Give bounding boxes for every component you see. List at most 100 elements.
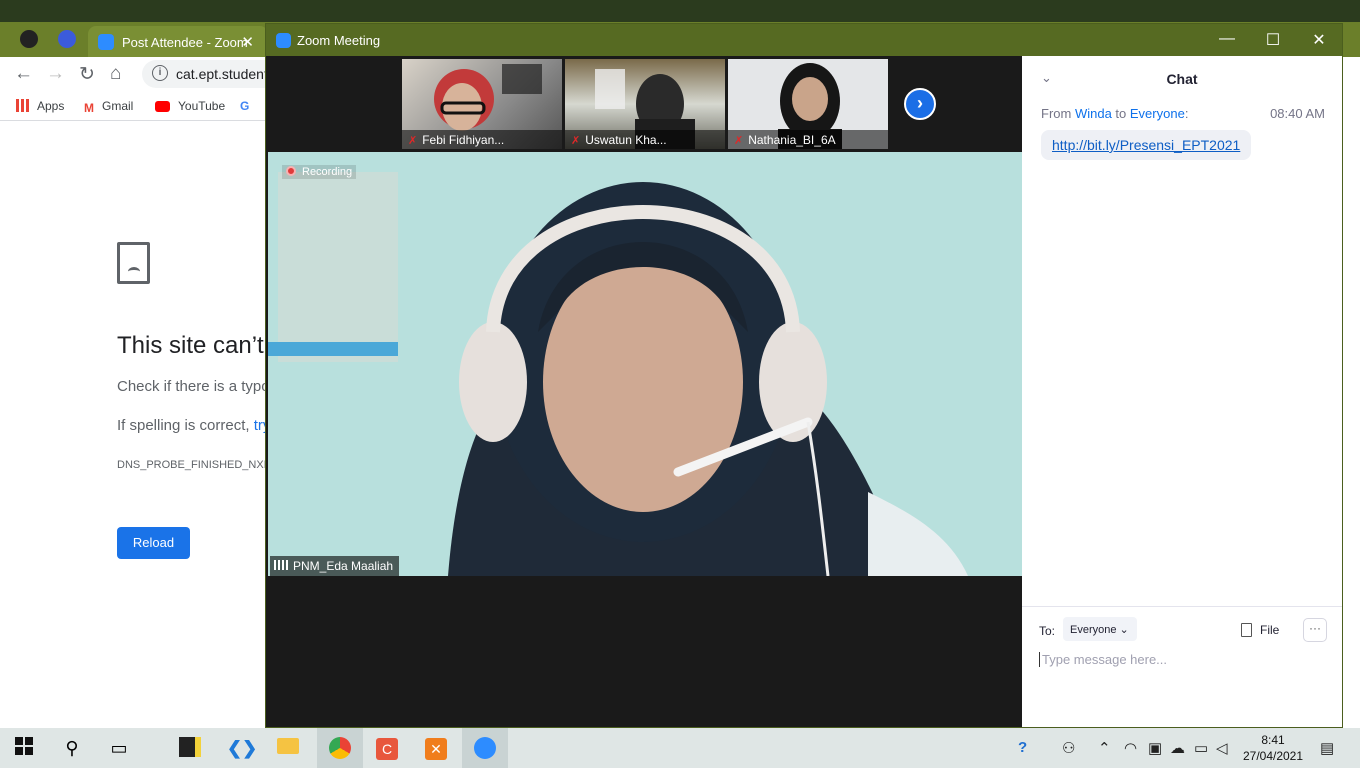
sad-page-icon xyxy=(117,242,150,284)
codecademy-icon[interactable]: C xyxy=(375,737,399,760)
chat-message-bubble: http://bit.ly/Presensi_EPT2021 xyxy=(1041,130,1252,160)
search-icon[interactable]: ⚲ xyxy=(60,737,84,759)
error-title: This site can’t xyxy=(117,332,264,359)
bookmark-label: Gmail xyxy=(102,99,134,113)
google-icon: G xyxy=(240,99,250,113)
zoom-tab-icon xyxy=(98,34,114,50)
participant-name: Nathania_BI_6A xyxy=(748,133,836,147)
onedrive-icon[interactable]: ☁ xyxy=(1170,739,1185,757)
maximize-icon[interactable]: ☐ xyxy=(1258,30,1288,50)
bookmark-label: YouTube xyxy=(178,99,226,113)
sticky-notes-icon[interactable] xyxy=(178,737,202,759)
recipient-select[interactable]: Everyone ⌄ xyxy=(1063,617,1137,641)
error-suggestion: Check if there is a typo xyxy=(117,378,270,395)
wifi-icon[interactable]: ◠ xyxy=(1124,739,1137,757)
bookmark-apps[interactable]: Apps xyxy=(16,99,64,113)
zoom-titlebar: Zoom Meeting — ☐ ✕ xyxy=(266,24,1342,56)
close-icon[interactable]: ✕ xyxy=(1304,30,1334,50)
tab-close-icon[interactable]: ✕ xyxy=(241,33,254,51)
bookmark-gmail[interactable]: M Gmail xyxy=(84,99,133,115)
file-explorer-icon[interactable] xyxy=(276,737,300,759)
meta-suffix: : xyxy=(1184,106,1189,121)
error-suggestion-2: If spelling is correct, try xyxy=(117,417,270,434)
file-button[interactable]: File xyxy=(1241,623,1279,637)
clock-time: 8:41 xyxy=(1261,733,1285,747)
next-page-button[interactable]: › xyxy=(904,88,936,120)
participant-tile[interactable]: ✗ Uswatun Kha... xyxy=(565,59,725,149)
reload-button[interactable]: Reload xyxy=(117,527,190,559)
message-input[interactable]: Type message here... xyxy=(1039,652,1167,667)
to-label: To: xyxy=(1039,624,1056,638)
people-icon[interactable]: ⚇ xyxy=(1062,739,1075,757)
participant-label: ✗ Febi Fidhiyan... xyxy=(402,130,562,149)
clock-date: 27/04/2021 xyxy=(1242,749,1304,763)
signal-bars-icon xyxy=(274,560,288,570)
taskbar-clock[interactable]: 8:41 27/04/2021 xyxy=(1238,732,1308,764)
minimize-icon[interactable]: — xyxy=(1212,30,1242,48)
error-code: DNS_PROBE_FINISHED_NXD xyxy=(117,459,272,471)
active-speaker-video: Recording PNM_Eda Maaliah xyxy=(268,152,1022,576)
recipient-name[interactable]: Everyone xyxy=(1130,106,1185,121)
tab-post-attendee[interactable]: Post Attendee - Zoom ✕ xyxy=(88,26,268,57)
show-hidden-icons[interactable]: ⌃ xyxy=(1098,739,1111,757)
bookmark-label: Apps xyxy=(37,99,65,113)
file-icon xyxy=(1241,623,1252,637)
chat-panel: ⌄ Chat From Winda to Everyone: 08:40 AM … xyxy=(1022,56,1342,727)
windows-start-icon[interactable] xyxy=(12,737,36,759)
extension-icon[interactable] xyxy=(58,30,76,48)
speaker-name: PNM_Eda Maaliah xyxy=(293,559,394,573)
windows-taskbar: ⚲ ▭ ❮❯ C ✕ ? ⚇ ⌃ ◠ ▣ ☁ ▭ ◁ 8:41 27/04/20… xyxy=(0,728,1360,768)
help-icon[interactable]: ? xyxy=(1018,739,1027,756)
refresh-icon[interactable]: ↻ xyxy=(79,63,95,86)
chat-message-link[interactable]: http://bit.ly/Presensi_EPT2021 xyxy=(1052,137,1240,153)
meet-now-icon[interactable]: ▣ xyxy=(1148,739,1162,757)
background-window-edge xyxy=(1342,60,1360,720)
muted-mic-icon: ✗ xyxy=(734,135,744,147)
recording-indicator[interactable]: Recording xyxy=(282,165,357,179)
address-text: cat.ept.student xyxy=(176,66,268,82)
info-icon[interactable]: i xyxy=(152,65,168,81)
window-title: Zoom Meeting xyxy=(297,33,381,48)
participant-tile[interactable]: ✗ Febi Fidhiyan... xyxy=(402,59,562,149)
chevron-right-icon: › xyxy=(917,93,923,113)
message-time: 08:40 AM xyxy=(1270,106,1325,121)
bookmark-youtube[interactable]: YouTube xyxy=(155,99,225,113)
battery-icon[interactable]: ▭ xyxy=(1194,739,1208,757)
tab-title: Post Attendee - Zoom xyxy=(122,35,248,50)
vscode-icon[interactable]: ❮❯ xyxy=(227,737,257,759)
recipient-value: Everyone xyxy=(1070,624,1117,636)
notifications-icon[interactable]: ▤ xyxy=(1320,739,1334,757)
recording-dot-icon xyxy=(286,166,296,176)
back-icon[interactable]: ← xyxy=(14,63,33,85)
apps-grid-icon xyxy=(16,99,29,112)
participant-strip: ✗ Febi Fidhiyan... ✗ Uswatun Kha... ✗ Natha… xyxy=(268,56,1022,152)
xampp-icon[interactable]: ✕ xyxy=(424,737,448,760)
participant-tile[interactable]: ✗ Nathania_BI_6A xyxy=(728,59,888,149)
speaker-video-frame xyxy=(268,152,1022,576)
windows-logo xyxy=(15,737,33,755)
file-label: File xyxy=(1260,623,1280,637)
recording-label: Recording xyxy=(302,166,353,178)
speaker-name-tag: PNM_Eda Maaliah xyxy=(270,556,400,576)
home-icon[interactable]: ⌂ xyxy=(110,63,121,85)
github-icon[interactable] xyxy=(20,30,38,48)
zoom-meeting-window: Zoom Meeting — ☐ ✕ ✗ Febi Fidhiyan... ✗ Us… xyxy=(265,23,1343,728)
task-view-icon[interactable]: ▭ xyxy=(107,737,131,759)
error-suggestion-text: If spelling is correct, xyxy=(117,417,254,434)
to-word: to xyxy=(1111,106,1130,121)
participant-name: Uswatun Kha... xyxy=(585,133,667,147)
sender-name[interactable]: Winda xyxy=(1075,106,1112,121)
chrome-icon[interactable] xyxy=(328,737,352,759)
gmail-icon: M xyxy=(84,101,94,115)
participant-label: ✗ Nathania_BI_6A xyxy=(728,130,888,149)
forward-icon[interactable]: → xyxy=(46,63,65,85)
zoom-app-icon[interactable] xyxy=(473,737,497,759)
more-options-button[interactable]: ··· xyxy=(1303,618,1327,642)
bookmark-google[interactable]: G xyxy=(240,99,249,113)
volume-icon[interactable]: ◁ xyxy=(1216,739,1228,757)
chevron-down-icon[interactable]: ⌄ xyxy=(1041,70,1052,86)
chat-compose: To: Everyone ⌄ File ··· Type message her… xyxy=(1022,606,1342,727)
muted-mic-icon: ✗ xyxy=(408,135,418,147)
from-label: From xyxy=(1041,106,1075,121)
chat-header: ⌄ Chat xyxy=(1022,56,1342,100)
